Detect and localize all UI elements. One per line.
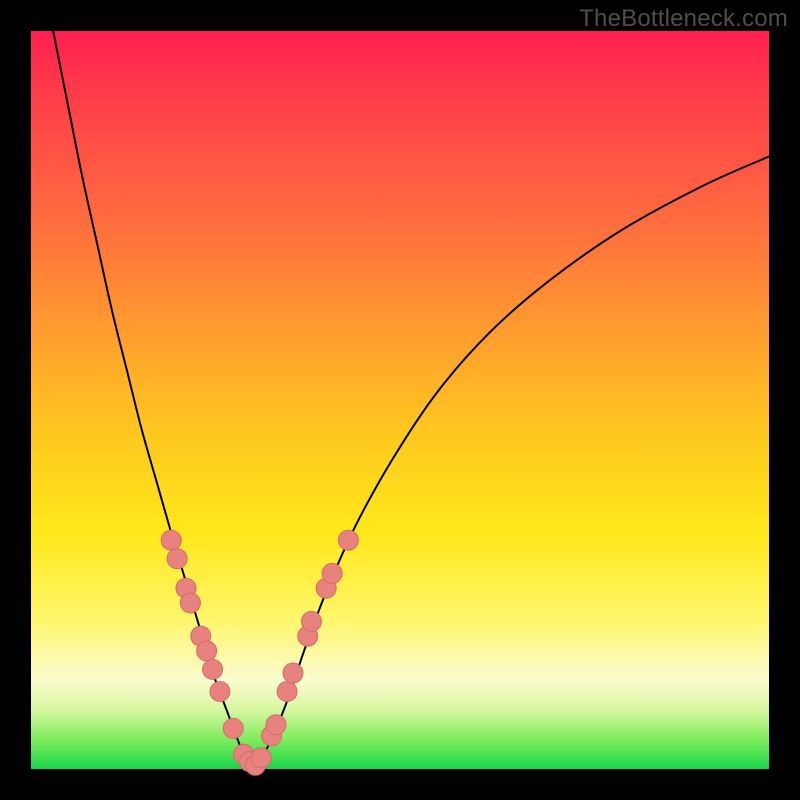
curve-left-branch [53,31,252,769]
data-marker [180,593,200,613]
data-marker [338,530,358,550]
data-marker [197,641,217,661]
curve-right-branch [252,156,769,769]
chart-frame: TheBottleneck.com [0,0,800,800]
data-marker [283,663,303,683]
marker-group [161,530,358,775]
data-marker [210,682,230,702]
data-marker [223,718,243,738]
data-marker [161,530,181,550]
data-marker [251,748,271,768]
curve-group [53,31,769,769]
data-marker [167,549,187,569]
data-marker [203,659,223,679]
data-marker [266,715,286,735]
data-marker [301,611,321,631]
chart-overlay-svg [0,0,800,800]
data-marker [322,563,342,583]
data-marker [277,682,297,702]
